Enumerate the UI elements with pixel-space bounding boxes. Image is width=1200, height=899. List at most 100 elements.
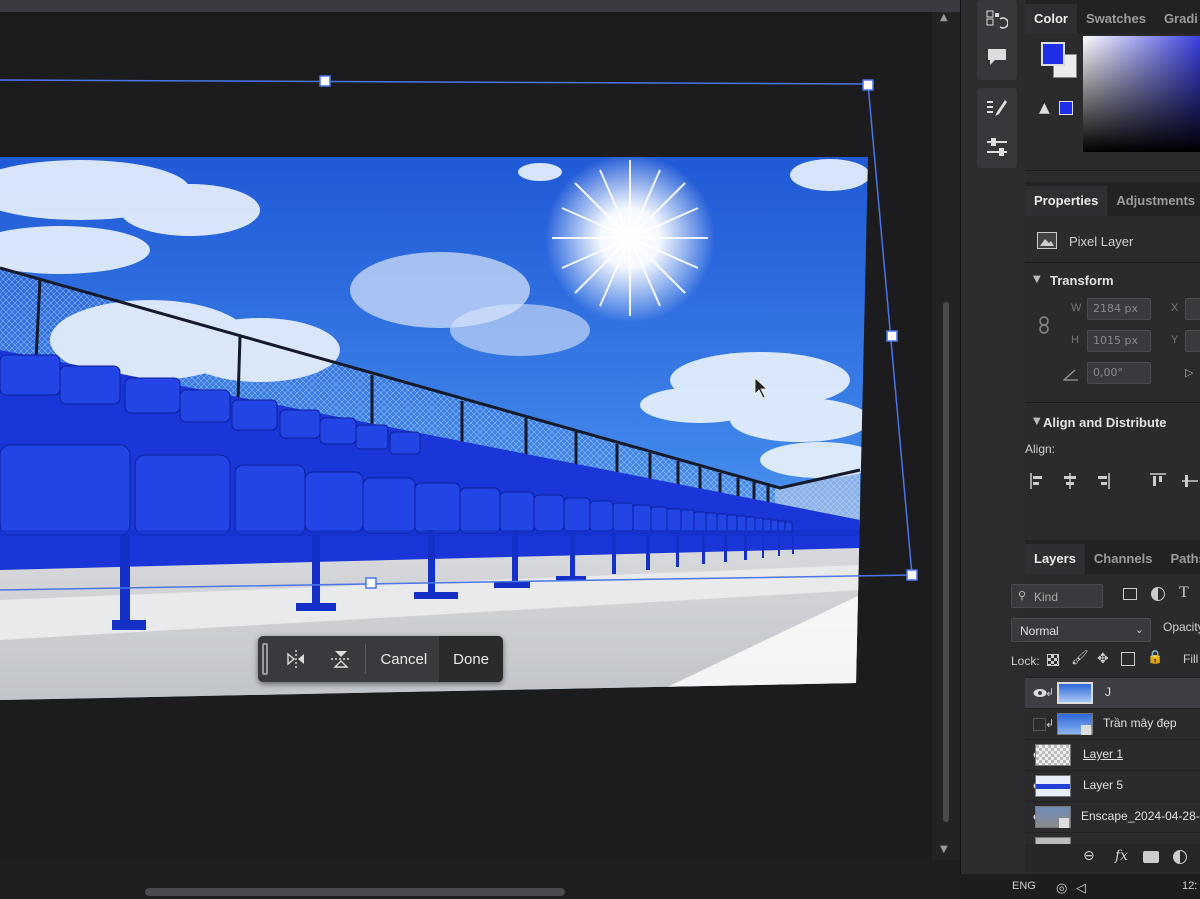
horizontal-scrollbar[interactable] (0, 860, 960, 899)
lock-position-icon[interactable]: ✥ (1097, 651, 1109, 667)
layer-row[interactable]: Layer 5 (1025, 770, 1200, 801)
smart-object-icon (1081, 725, 1091, 735)
layer-name: Layer 1 (1083, 747, 1124, 761)
flip-vertical-icon (331, 651, 352, 668)
layer-row[interactable]: ↲ J (1025, 677, 1200, 708)
panel-icon-strip (960, 0, 1025, 899)
layer-type-label: Pixel Layer (1069, 234, 1134, 249)
chevron-down-icon[interactable]: ▼ (1033, 274, 1041, 285)
flip-horizontal-button[interactable] (274, 636, 319, 682)
tab-layers[interactable]: Layers (1025, 544, 1085, 574)
layer-row[interactable]: ↲ Trần mây đẹp (1025, 708, 1200, 739)
input-language[interactable]: ENG (1012, 880, 1036, 892)
layer-name: J (1105, 685, 1111, 699)
angle-icon (1062, 366, 1079, 385)
new-fill-adjustment-icon[interactable] (1173, 850, 1187, 864)
canvas-area[interactable]: Cancel Done ▲ ▼ (0, 0, 960, 899)
tab-channels[interactable]: Channels (1085, 544, 1162, 574)
toolbar-grip-handle[interactable] (262, 643, 268, 675)
scroll-up-arrow-icon[interactable]: ▲ (940, 12, 948, 23)
panel-divider (1025, 402, 1200, 403)
vertical-scroll-thumb[interactable] (943, 302, 949, 822)
flip-vertical-button[interactable] (319, 636, 364, 682)
horizontal-scroll-thumb[interactable] (145, 888, 565, 896)
lock-transparent-pixels-icon[interactable] (1047, 654, 1059, 666)
pixel-layer-icon (1037, 232, 1057, 249)
properties-panel-tabs: Properties Adjustments (1025, 182, 1200, 216)
smart-object-icon (1059, 818, 1069, 828)
layer-name: Enscape_2024-04-28-01 (1081, 809, 1200, 823)
link-layers-icon[interactable]: ⊖ (1083, 848, 1095, 864)
filter-adjustment-layers-icon[interactable] (1151, 587, 1165, 601)
layer-style-fx-icon[interactable]: fx (1115, 848, 1128, 864)
filter-pixel-layers-icon[interactable] (1123, 588, 1137, 600)
layer-row[interactable]: Enscape_2024-04-28-01 (1025, 801, 1200, 832)
search-icon: ⚲ (1018, 589, 1027, 602)
blend-mode-value: Normal (1020, 624, 1059, 638)
flip-horizontal-icon[interactable]: ▷ (1185, 366, 1193, 379)
brush-settings-icon[interactable] (982, 94, 1012, 124)
cancel-button[interactable]: Cancel (368, 636, 439, 682)
web-safe-color-swatch[interactable] (1059, 101, 1073, 115)
layer-row[interactable]: Layer 1 (1025, 739, 1200, 770)
tab-paths[interactable]: Paths (1161, 544, 1200, 574)
history-icon[interactable] (982, 6, 1012, 36)
tab-color[interactable]: Color (1025, 4, 1077, 34)
width-label: W (1071, 302, 1082, 314)
angle-field[interactable]: 0,00° (1087, 362, 1151, 384)
height-label: H (1071, 334, 1079, 346)
opacity-label: Opacity (1163, 620, 1200, 634)
chevron-down-icon[interactable]: ▼ (1033, 416, 1041, 427)
color-picker-field[interactable] (1083, 36, 1200, 152)
done-button[interactable]: Done (439, 636, 504, 682)
clock[interactable]: 12: (1182, 880, 1197, 892)
lock-artboard-icon[interactable] (1121, 652, 1135, 666)
wifi-icon[interactable]: ◎ (1056, 880, 1067, 896)
toolbar-divider (365, 644, 367, 674)
canvas-image[interactable] (0, 12, 932, 860)
system-taskbar: ENG ◎ ◁ 12: (960, 874, 1200, 899)
layer-thumbnail (1035, 775, 1071, 797)
align-horizontal-centers-icon[interactable] (1061, 472, 1079, 494)
speaker-icon[interactable]: ◁ (1076, 880, 1086, 896)
height-field[interactable]: 1015 px (1087, 330, 1151, 352)
y-field[interactable] (1185, 330, 1200, 352)
tab-properties[interactable]: Properties (1025, 186, 1108, 216)
layer-name: Layer 5 (1083, 778, 1124, 792)
x-label: X (1171, 302, 1179, 314)
align-left-edges-icon[interactable] (1029, 472, 1047, 494)
lock-label: Lock: (1011, 654, 1040, 668)
transform-toolbar: Cancel Done (258, 636, 504, 682)
width-field[interactable]: 2184 px (1087, 298, 1151, 320)
align-distribute-heading: Align and Distribute (1043, 415, 1167, 430)
filter-type-layers-icon[interactable]: T (1179, 584, 1189, 602)
align-vertical-centers-icon[interactable] (1181, 472, 1199, 494)
document-window[interactable]: Cancel Done (0, 12, 932, 860)
stadium-photo (0, 157, 868, 700)
foreground-color-swatch[interactable] (1041, 42, 1065, 66)
lock-all-icon[interactable]: 🔒 (1147, 650, 1163, 665)
tab-swatches[interactable]: Swatches (1077, 4, 1155, 34)
color-panel-tabs: Color Swatches Gradi (1025, 0, 1200, 34)
tab-adjustments[interactable]: Adjustments (1107, 186, 1200, 216)
blend-mode-select[interactable]: Normal ⌄ (1011, 618, 1151, 642)
align-label: Align: (1025, 442, 1056, 456)
vertical-scrollbar[interactable]: ▲ ▼ (932, 12, 960, 860)
tab-gradients[interactable]: Gradi (1155, 4, 1200, 34)
gamut-warning-icon[interactable]: ▲ (1039, 100, 1050, 116)
layer-filter-search[interactable]: ⚲ Kind (1011, 584, 1103, 608)
lock-image-pixels-icon[interactable]: 🖌 (1071, 650, 1089, 666)
add-mask-icon[interactable] (1143, 851, 1159, 863)
comments-icon[interactable] (982, 42, 1012, 72)
transform-heading: Transform (1050, 273, 1114, 288)
x-field[interactable] (1185, 298, 1200, 320)
flip-horizontal-icon (287, 650, 305, 668)
adjustment-sliders-icon[interactable] (982, 132, 1012, 162)
layer-row-partial[interactable] (1025, 832, 1200, 845)
chevron-down-icon: ⌄ (1134, 623, 1144, 636)
align-right-edges-icon[interactable] (1093, 472, 1111, 494)
scroll-down-arrow-icon[interactable]: ▼ (940, 844, 948, 855)
align-top-edges-icon[interactable] (1149, 472, 1167, 494)
panel-divider (1025, 262, 1200, 263)
link-dimensions-icon[interactable] (1037, 316, 1051, 338)
